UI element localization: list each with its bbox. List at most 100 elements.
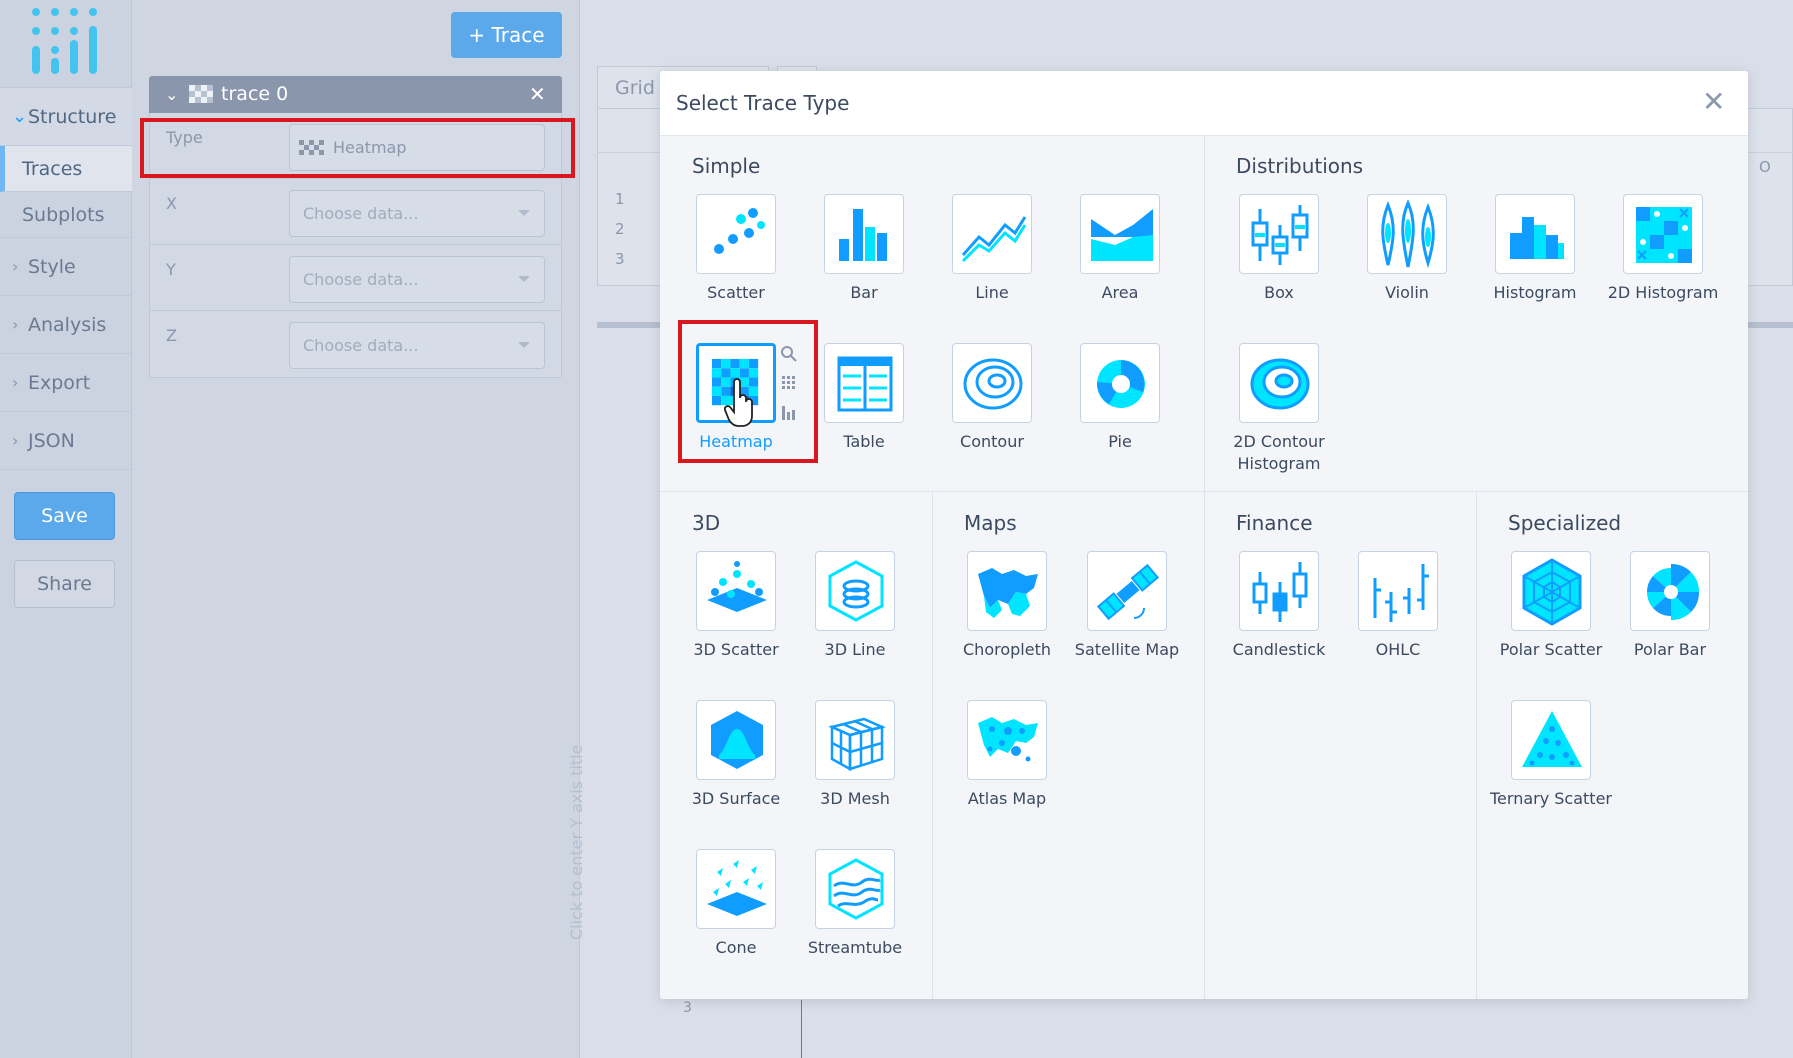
scatter-label: Scatter xyxy=(707,283,765,302)
streamtube-label: Streamtube xyxy=(807,938,903,957)
y-data-select[interactable]: Choose data... xyxy=(289,256,545,303)
nav-traces[interactable]: Traces xyxy=(0,146,132,192)
logo-icon xyxy=(32,8,97,74)
candlestick-tile[interactable] xyxy=(1239,551,1319,631)
section-maps: Maps xyxy=(964,511,1017,535)
polar-bar-label: Polar Bar xyxy=(1633,640,1707,659)
line-tile[interactable] xyxy=(952,194,1032,274)
area-label: Area xyxy=(1101,283,1139,302)
pie-tile[interactable] xyxy=(1080,343,1160,423)
table-tile[interactable] xyxy=(824,343,904,423)
area-tile[interactable] xyxy=(1080,194,1160,274)
chevron-down-icon: ⌄ xyxy=(165,85,179,104)
ternary-scatter-label: Ternary Scatter xyxy=(1490,789,1612,808)
section-divider xyxy=(1204,491,1205,999)
nav-json-label: JSON xyxy=(28,430,75,452)
nav-style-label: Style xyxy=(28,256,76,278)
bar-tile[interactable] xyxy=(824,194,904,274)
pie-icon xyxy=(1096,360,1145,408)
polar-bar-tile[interactable] xyxy=(1630,551,1710,631)
modal-title: Select Trace Type xyxy=(676,91,850,115)
ohlc-tile[interactable] xyxy=(1358,551,1438,631)
streamtube-icon xyxy=(828,858,884,920)
ternary-scatter-icon xyxy=(1522,711,1582,767)
chevron-right-icon: › xyxy=(12,315,19,334)
bar-label: Bar xyxy=(850,283,878,302)
x-data-placeholder: Choose data... xyxy=(303,204,419,223)
mesh3d-tile[interactable] xyxy=(815,700,895,780)
histogram-icon xyxy=(1510,217,1564,259)
close-icon[interactable]: ✕ xyxy=(529,76,546,113)
y-data-placeholder: Choose data... xyxy=(303,270,419,289)
line3d-label: 3D Line xyxy=(824,640,886,659)
atlas-map-tile[interactable] xyxy=(967,700,1047,780)
contour-tile[interactable] xyxy=(952,343,1032,423)
section-divider xyxy=(1204,136,1205,491)
mesh3d-label: 3D Mesh xyxy=(820,789,890,808)
grid-row-number: 2 xyxy=(615,220,625,238)
add-trace-button[interactable]: + Trace xyxy=(451,12,562,58)
nav-analysis[interactable]: › Analysis xyxy=(0,296,132,354)
cone-tile[interactable] xyxy=(696,849,776,929)
x-label: X xyxy=(166,194,177,213)
section-divider xyxy=(1476,491,1477,999)
z-label: Z xyxy=(166,326,177,345)
line3d-tile[interactable] xyxy=(815,551,895,631)
ternary-scatter-tile[interactable] xyxy=(1511,700,1591,780)
highlight-type-row xyxy=(140,118,575,178)
bar-icon xyxy=(839,209,887,261)
choropleth-tile[interactable] xyxy=(967,551,1047,631)
nav-structure[interactable]: ⌄ Structure xyxy=(0,88,132,146)
plotly-logo[interactable] xyxy=(0,0,132,88)
histogram2d-icon xyxy=(1636,207,1692,263)
pie-label: Pie xyxy=(1108,432,1132,451)
satellite-map-tile[interactable] xyxy=(1087,551,1167,631)
y-axis-title-placeholder[interactable]: Click to enter Y axis title xyxy=(567,745,586,940)
streamtube-tile[interactable] xyxy=(815,849,895,929)
grid-row-number: 3 xyxy=(615,250,625,268)
surface3d-tile[interactable] xyxy=(696,700,776,780)
chevron-right-icon: › xyxy=(12,431,19,450)
cone-label: Cone xyxy=(715,938,757,957)
x-row: X Choose data... xyxy=(150,180,561,245)
contour2d-histogram-label: 2D Contour Histogram xyxy=(1233,432,1325,473)
save-button[interactable]: Save xyxy=(14,492,115,540)
x-data-select[interactable]: Choose data... xyxy=(289,190,545,237)
highlight-heatmap xyxy=(678,320,818,463)
plot-y-axis xyxy=(801,1000,802,1058)
scatter-tile[interactable] xyxy=(696,194,776,274)
y-label: Y xyxy=(166,260,176,279)
contour-label: Contour xyxy=(960,432,1024,451)
candlestick-icon xyxy=(1252,562,1308,622)
contour2d-histogram-tile[interactable] xyxy=(1239,343,1319,423)
caret-down-icon xyxy=(518,276,530,282)
polar-scatter-label: Polar Scatter xyxy=(1499,640,1603,659)
ohlc-label: OHLC xyxy=(1375,640,1421,659)
ohlc-icon xyxy=(1373,564,1429,622)
histogram-tile[interactable] xyxy=(1495,194,1575,274)
mesh3d-icon xyxy=(828,717,886,772)
grid-row-number: 1 xyxy=(615,190,625,208)
modal-close-icon[interactable]: ✕ xyxy=(1702,86,1725,118)
line-label: Line xyxy=(975,283,1009,302)
nav-export[interactable]: › Export xyxy=(0,354,132,412)
cone-icon xyxy=(707,860,767,916)
scatter-icon xyxy=(714,208,765,254)
nav-style[interactable]: › Style xyxy=(0,238,132,296)
nav-subplots[interactable]: Subplots xyxy=(0,192,132,238)
nav-json[interactable]: › JSON xyxy=(0,412,132,470)
nav-export-label: Export xyxy=(28,372,91,394)
box-tile[interactable] xyxy=(1239,194,1319,274)
polar-bar-icon xyxy=(1646,563,1700,621)
histogram2d-tile[interactable] xyxy=(1623,194,1703,274)
z-data-select[interactable]: Choose data... xyxy=(289,322,545,369)
trace-header[interactable]: ⌄ trace 0 ✕ xyxy=(149,76,562,113)
scatter3d-tile[interactable] xyxy=(696,551,776,631)
polar-scatter-tile[interactable] xyxy=(1511,551,1591,631)
section-simple: Simple xyxy=(692,154,761,178)
histogram2d-label: 2D Histogram xyxy=(1607,283,1719,302)
nav-structure-label: Structure xyxy=(28,106,117,128)
grid-column-letter: O xyxy=(1759,158,1771,176)
share-button[interactable]: Share xyxy=(14,560,115,608)
violin-tile[interactable] xyxy=(1367,194,1447,274)
